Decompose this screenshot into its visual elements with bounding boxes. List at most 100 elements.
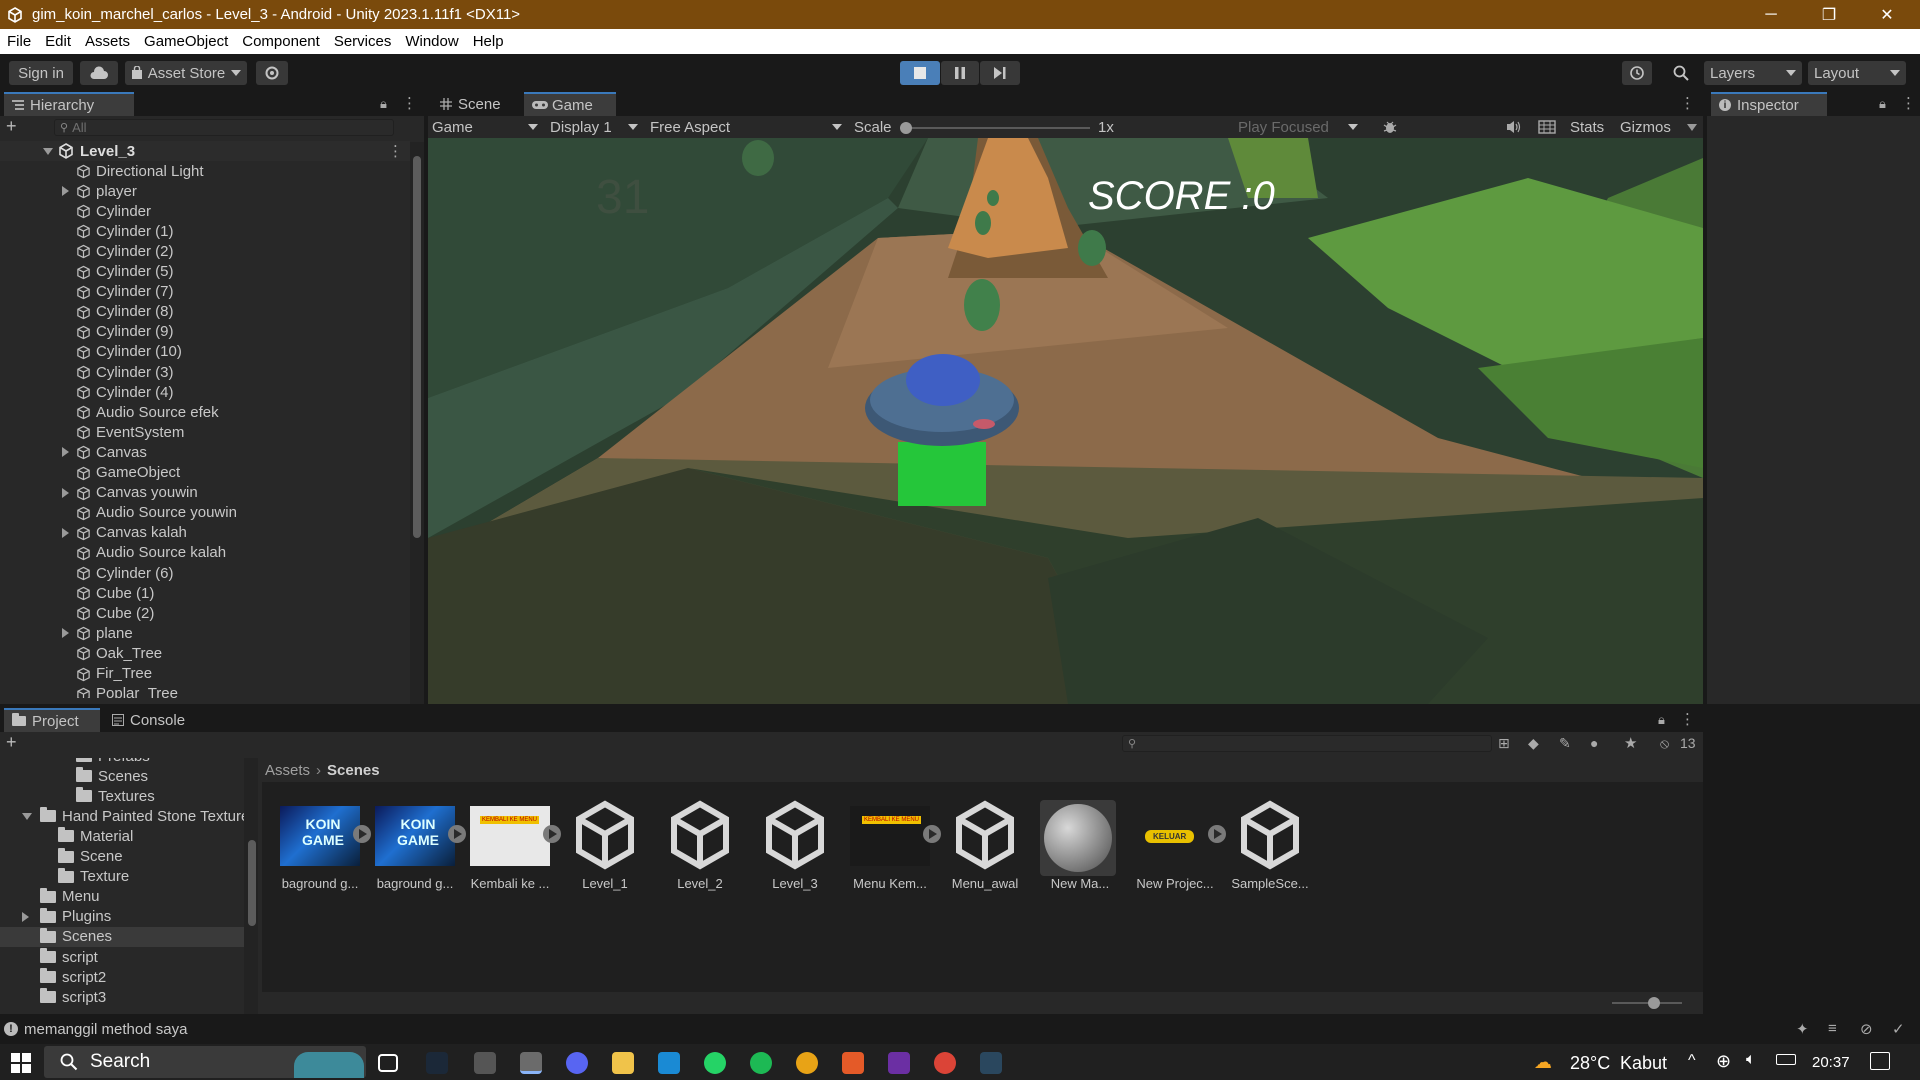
scene-root-row[interactable]: Level_3 ⋮: [0, 141, 410, 161]
project-folder-item[interactable]: Scenes: [0, 926, 244, 947]
hierarchy-item[interactable]: Canvas kalah: [0, 523, 410, 543]
minimize-button[interactable]: ─: [1742, 0, 1800, 29]
menu-edit[interactable]: Edit: [38, 33, 78, 50]
hierarchy-item[interactable]: Audio Source efek: [0, 402, 410, 422]
game-mode-dropdown[interactable]: Game: [432, 116, 542, 138]
expand-arrow-icon[interactable]: [22, 911, 29, 922]
tab-game[interactable]: Game: [524, 92, 616, 116]
asset-item[interactable]: Level_2: [655, 800, 745, 900]
stats-button[interactable]: Stats: [1570, 119, 1604, 136]
vscode-icon[interactable]: [658, 1052, 680, 1074]
hierarchy-item[interactable]: Cylinder (5): [0, 262, 410, 282]
hierarchy-item[interactable]: Oak_Tree: [0, 643, 410, 663]
expand-arrow-icon[interactable]: [62, 628, 69, 639]
expand-asset-icon[interactable]: [923, 825, 941, 843]
scale-slider[interactable]: [900, 122, 1090, 134]
asset-item[interactable]: KELUAR New Projec...: [1130, 800, 1226, 900]
visual-studio-icon[interactable]: [888, 1052, 910, 1074]
tab-inspector[interactable]: i Inspector: [1711, 92, 1827, 116]
aspect-dropdown[interactable]: Free Aspect: [650, 116, 846, 138]
grid-toggle-icon[interactable]: [1538, 120, 1556, 134]
steam-client-icon[interactable]: [980, 1052, 1002, 1074]
hierarchy-item[interactable]: Directional Light: [0, 161, 410, 181]
undo-history-button[interactable]: [1622, 61, 1652, 85]
play-focused-dropdown[interactable]: Play Focused: [1238, 116, 1362, 138]
hierarchy-scroll-thumb[interactable]: [413, 156, 421, 538]
search-button[interactable]: [1666, 61, 1696, 85]
hierarchy-item[interactable]: Cube (1): [0, 583, 410, 603]
play-stop-button[interactable]: [900, 61, 940, 85]
inspector-menu-icon[interactable]: ⋮: [1901, 94, 1916, 112]
hierarchy-item[interactable]: player: [0, 181, 410, 201]
search-by-label-icon[interactable]: ◆: [1528, 735, 1539, 752]
asset-item[interactable]: Level_1: [560, 800, 650, 900]
asset-item[interactable]: KEMBALI KE MENU Menu Kem...: [845, 800, 941, 900]
project-folder-item[interactable]: Scenes: [0, 766, 244, 786]
chrome-icon[interactable]: [934, 1052, 956, 1074]
display-dropdown[interactable]: Display 1: [550, 116, 642, 138]
hierarchy-item[interactable]: EventSystem: [0, 422, 410, 442]
gizmos-dropdown-icon[interactable]: [1687, 124, 1697, 131]
network-globe-icon[interactable]: ⊕: [1716, 1051, 1731, 1072]
project-folder-item[interactable]: script: [0, 947, 244, 967]
system-clock[interactable]: 20:37: [1812, 1054, 1850, 1071]
expand-asset-icon[interactable]: [353, 825, 371, 843]
menu-component[interactable]: Component: [235, 33, 327, 50]
asset-item[interactable]: Menu_awal: [940, 800, 1030, 900]
asset-item[interactable]: KOIN GAME baground g...: [275, 800, 371, 900]
project-folder-item[interactable]: Material: [0, 826, 244, 846]
version-control-button[interactable]: [256, 61, 288, 85]
layout-dropdown[interactable]: Layout: [1808, 61, 1906, 85]
layers-dropdown[interactable]: Layers: [1704, 61, 1802, 85]
project-folder-item[interactable]: Scene: [0, 847, 244, 867]
windows-start-icon[interactable]: [11, 1053, 31, 1073]
tray-expand-icon[interactable]: ^: [1688, 1052, 1696, 1070]
project-folder-item[interactable]: script3: [0, 987, 244, 1007]
bug-icon[interactable]: [1382, 119, 1398, 135]
breadcrumb-assets[interactable]: Assets: [265, 762, 310, 779]
asset-item[interactable]: Level_3: [750, 800, 840, 900]
asset-item[interactable]: New Ma...: [1035, 800, 1125, 900]
breadcrumb-scenes[interactable]: Scenes: [327, 762, 380, 779]
hierarchy-item[interactable]: Canvas youwin: [0, 483, 410, 503]
progress-off-icon[interactable]: ⊘: [1860, 1020, 1873, 1038]
hierarchy-item[interactable]: Cube (2): [0, 603, 410, 623]
hierarchy-item[interactable]: Canvas: [0, 442, 410, 462]
project-menu-icon[interactable]: ⋮: [1680, 710, 1695, 728]
weather-temperature[interactable]: 28°C: [1570, 1053, 1610, 1074]
collapse-arrow-icon[interactable]: [22, 813, 32, 821]
folder-tree-scroll-thumb[interactable]: [248, 840, 256, 926]
expand-arrow-icon[interactable]: [62, 487, 69, 498]
asset-item[interactable]: SampleSce...: [1225, 800, 1315, 900]
project-folder-item[interactable]: Hand Painted Stone Texture: [0, 806, 244, 826]
hierarchy-item[interactable]: Cylinder (10): [0, 342, 410, 362]
hierarchy-search-input[interactable]: ⚲ All: [54, 119, 394, 136]
hierarchy-item[interactable]: Audio Source youwin: [0, 503, 410, 523]
add-icon[interactable]: +: [6, 116, 17, 137]
notification-center-icon[interactable]: [1870, 1052, 1890, 1070]
battery-icon[interactable]: [1776, 1054, 1796, 1065]
file-explorer-icon[interactable]: [612, 1052, 634, 1074]
thumbnail-size-slider[interactable]: [1612, 997, 1682, 1009]
maximize-button[interactable]: ❐: [1800, 0, 1858, 29]
project-folder-item[interactable]: script2: [0, 967, 244, 987]
sign-in-button[interactable]: Sign in: [9, 61, 73, 85]
hierarchy-item[interactable]: Cylinder (8): [0, 302, 410, 322]
game-panel-menu-icon[interactable]: ⋮: [1680, 94, 1695, 112]
error-filter-icon[interactable]: ●: [1590, 735, 1598, 751]
asset-item[interactable]: KEMBALI KE MENU Kembali ke ...: [465, 800, 561, 900]
expand-asset-icon[interactable]: [543, 825, 561, 843]
cache-server-icon[interactable]: ≡: [1828, 1020, 1837, 1037]
expand-arrow-icon[interactable]: [62, 447, 69, 458]
menu-file[interactable]: File: [0, 33, 38, 50]
gizmos-button[interactable]: Gizmos: [1620, 119, 1671, 136]
hierarchy-item[interactable]: Cylinder (4): [0, 382, 410, 402]
tab-scene[interactable]: Scene: [432, 92, 522, 116]
close-button[interactable]: ✕: [1858, 0, 1916, 29]
expand-arrow-icon[interactable]: [62, 186, 69, 197]
expand-arrow-icon[interactable]: [43, 148, 53, 155]
search-by-type-icon[interactable]: ⊞: [1498, 735, 1510, 752]
asset-item[interactable]: KOIN GAME baground g...: [370, 800, 466, 900]
steam-icon[interactable]: [426, 1052, 448, 1074]
tab-project[interactable]: Project: [4, 708, 100, 732]
